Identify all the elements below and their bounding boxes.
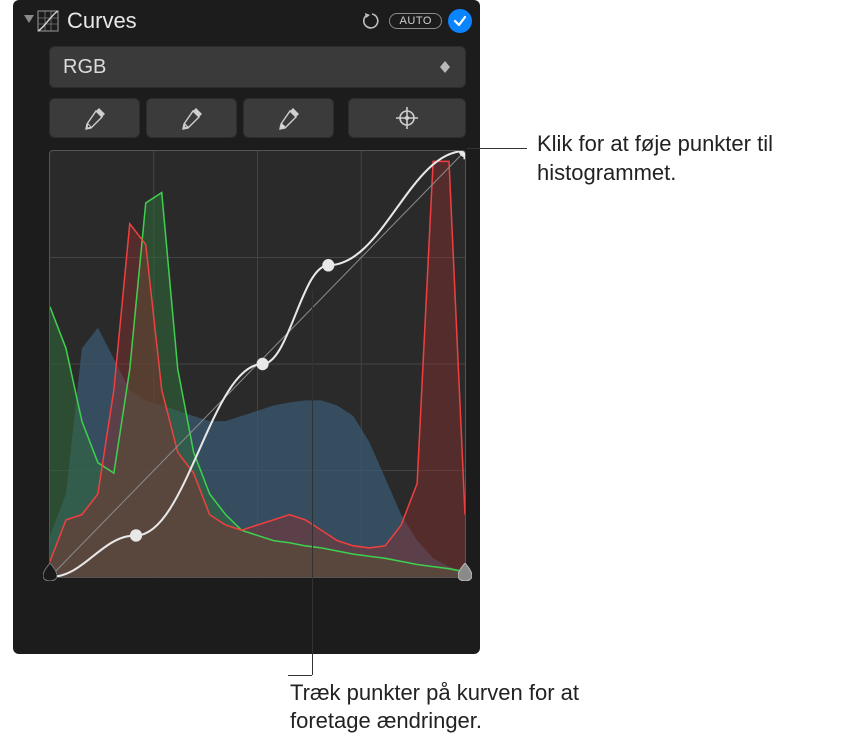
curves-graph[interactable] <box>49 150 466 578</box>
eyedropper-black-button[interactable] <box>49 98 140 138</box>
curves-graph-area <box>49 150 466 578</box>
black-point-slider[interactable] <box>43 563 57 581</box>
curves-panel: Curves AUTO RGB <box>13 0 480 654</box>
reset-button[interactable] <box>361 10 383 32</box>
curve-point[interactable] <box>130 529 142 541</box>
disclosure-triangle-icon[interactable] <box>21 14 37 28</box>
callout-leader-line <box>467 148 527 149</box>
eyedropper-gray-button[interactable] <box>146 98 237 138</box>
add-point-button[interactable] <box>348 98 466 138</box>
callout-leader-line <box>288 675 312 676</box>
white-point-slider[interactable] <box>458 563 472 581</box>
callout-drag-points: Træk punkter på kurven for at foretage æ… <box>290 679 650 735</box>
panel-header: Curves AUTO <box>13 4 480 38</box>
panel-title: Curves <box>67 8 137 34</box>
eyedropper-white-button[interactable] <box>243 98 334 138</box>
channel-select[interactable]: RGB <box>49 46 466 88</box>
enable-toggle[interactable] <box>448 9 472 33</box>
curves-icon <box>37 10 59 32</box>
callout-add-points: Klik for at føje punkter til histogramme… <box>537 130 837 187</box>
tool-row <box>49 98 466 138</box>
auto-button[interactable]: AUTO <box>389 13 442 29</box>
curve-point[interactable] <box>322 259 334 271</box>
curve-point[interactable] <box>256 358 268 370</box>
chevron-updown-icon <box>438 61 452 73</box>
callout-leader-line <box>312 290 313 675</box>
channel-select-value: RGB <box>63 56 438 79</box>
